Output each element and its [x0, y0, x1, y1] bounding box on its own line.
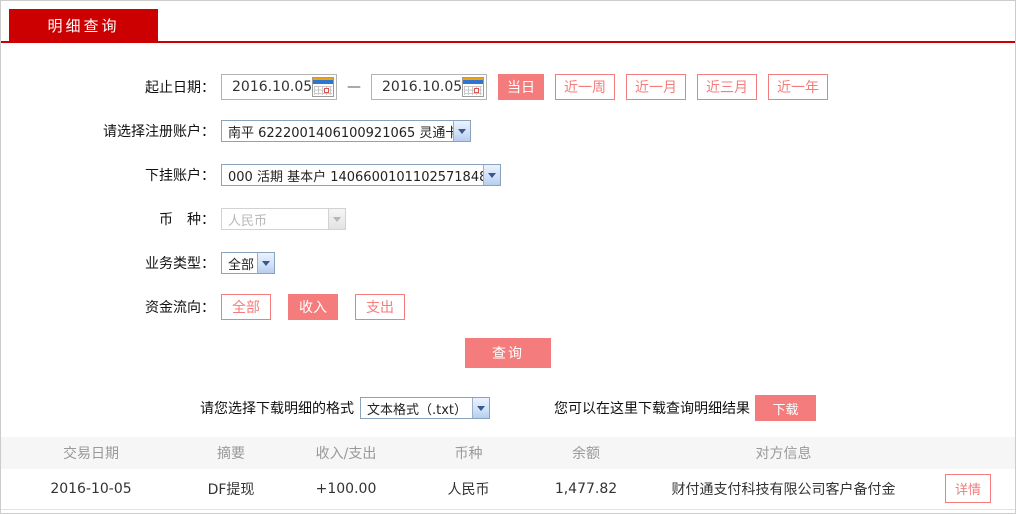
- cell-amount: +100.00: [315, 480, 377, 497]
- download-format-value: 文本格式（.txt）: [367, 402, 468, 418]
- currency-value: 人民币: [228, 213, 268, 229]
- header-currency: 币种: [454, 446, 483, 462]
- header-counterparty: 对方信息: [755, 446, 812, 462]
- quick-range-year-button[interactable]: 近一年: [768, 74, 828, 100]
- business-type-select[interactable]: 全部: [221, 252, 275, 274]
- chevron-down-icon: [472, 398, 489, 418]
- header-summary: 摘要: [217, 446, 245, 462]
- currency-select: 人民币: [221, 208, 346, 230]
- fund-flow-income-button[interactable]: 收入: [288, 294, 338, 320]
- download-format-label: 请您选择下载明细的格式: [200, 401, 354, 417]
- tab-detail-query[interactable]: 明细查询: [9, 9, 158, 41]
- query-button[interactable]: 查询: [465, 338, 551, 368]
- business-type-value: 全部: [228, 257, 255, 273]
- register-account-row: 请选择注册账户： 南平 6222001406100921065 灵通卡: [1, 118, 1015, 144]
- download-format-select[interactable]: 文本格式（.txt）: [360, 397, 490, 419]
- currency-row: 币 种： 人民币: [1, 206, 1015, 232]
- download-hint: 您可以在这里下载查询明细结果: [554, 401, 750, 417]
- chevron-down-icon: [257, 253, 274, 273]
- chevron-down-icon: [328, 209, 345, 229]
- start-date-value: 2016.10.05: [232, 79, 313, 95]
- quick-range-month-button[interactable]: 近一月: [626, 74, 686, 100]
- business-type-label: 业务类型：: [145, 256, 215, 272]
- download-row: 请您选择下载明细的格式 文本格式（.txt） 您可以在这里下载查询明细结果 下载: [1, 395, 1015, 421]
- sub-account-row: 下挂账户： 000 活期 基本户 1406600101102571848: [1, 162, 1015, 188]
- date-range-label: 起止日期：: [145, 80, 215, 96]
- business-type-row: 业务类型： 全部: [1, 250, 1015, 276]
- calendar-icon[interactable]: [462, 77, 485, 97]
- fund-flow-row: 资金流向： 全部 收入 支出: [1, 294, 1015, 320]
- fund-flow-all-button[interactable]: 全部: [221, 294, 271, 320]
- sub-account-label: 下挂账户：: [145, 168, 215, 184]
- fund-flow-expense-button[interactable]: 支出: [355, 294, 405, 320]
- table-header-row: 交易日期 摘要 收入/支出 币种 余额 对方信息: [1, 437, 1015, 469]
- date-range-row: 起止日期： 2016.10.05 — 2016.10.05 当日 近一周 近一月…: [1, 74, 1015, 100]
- start-date-input[interactable]: 2016.10.05: [221, 74, 337, 100]
- date-separator: —: [347, 79, 361, 95]
- register-account-select[interactable]: 南平 6222001406100921065 灵通卡: [221, 120, 471, 142]
- fund-flow-label: 资金流向：: [145, 300, 215, 316]
- quick-range-today-button[interactable]: 当日: [498, 74, 544, 100]
- chevron-down-icon: [483, 165, 500, 185]
- results-table: 交易日期 摘要 收入/支出 币种 余额 对方信息 2016-10-05 DF提现…: [1, 437, 1015, 510]
- tab-bar: 明细查询: [1, 1, 1015, 41]
- query-form: 起止日期： 2016.10.05 — 2016.10.05 当日 近一周 近一月…: [1, 43, 1015, 368]
- header-amount: 收入/支出: [315, 446, 377, 462]
- quick-range-quarter-button[interactable]: 近三月: [697, 74, 757, 100]
- table-row: 2016-10-05 DF提现 +100.00 人民币 1,477.82 财付通…: [1, 469, 1015, 509]
- register-account-label: 请选择注册账户：: [103, 124, 215, 140]
- detail-button[interactable]: 详情: [944, 474, 991, 504]
- cell-counterparty: 财付通支付科技有限公司客户备付金: [671, 481, 896, 498]
- cell-date: 2016-10-05: [50, 480, 132, 497]
- header-date: 交易日期: [63, 446, 119, 462]
- sub-account-select[interactable]: 000 活期 基本户 1406600101102571848: [221, 164, 501, 186]
- cell-currency: 人民币: [447, 481, 490, 498]
- register-account-value: 南平 6222001406100921065 灵通卡: [228, 125, 453, 141]
- sub-account-value: 000 活期 基本户 1406600101102571848: [228, 169, 483, 185]
- quick-range-week-button[interactable]: 近一周: [555, 74, 615, 100]
- cell-balance: 1,477.82: [554, 480, 618, 497]
- calendar-icon[interactable]: [312, 77, 335, 97]
- download-button[interactable]: 下载: [755, 395, 816, 421]
- end-date-value: 2016.10.05: [382, 79, 463, 95]
- cell-summary: DF提现: [207, 481, 255, 498]
- chevron-down-icon: [453, 121, 470, 141]
- header-balance: 余额: [572, 446, 600, 462]
- detail-query-page: 明细查询 起止日期： 2016.10.05 — 2016.10.05 当日 近一…: [0, 0, 1016, 514]
- header-actions: [921, 437, 1015, 469]
- end-date-input[interactable]: 2016.10.05: [371, 74, 487, 100]
- currency-label: 币 种：: [159, 212, 215, 228]
